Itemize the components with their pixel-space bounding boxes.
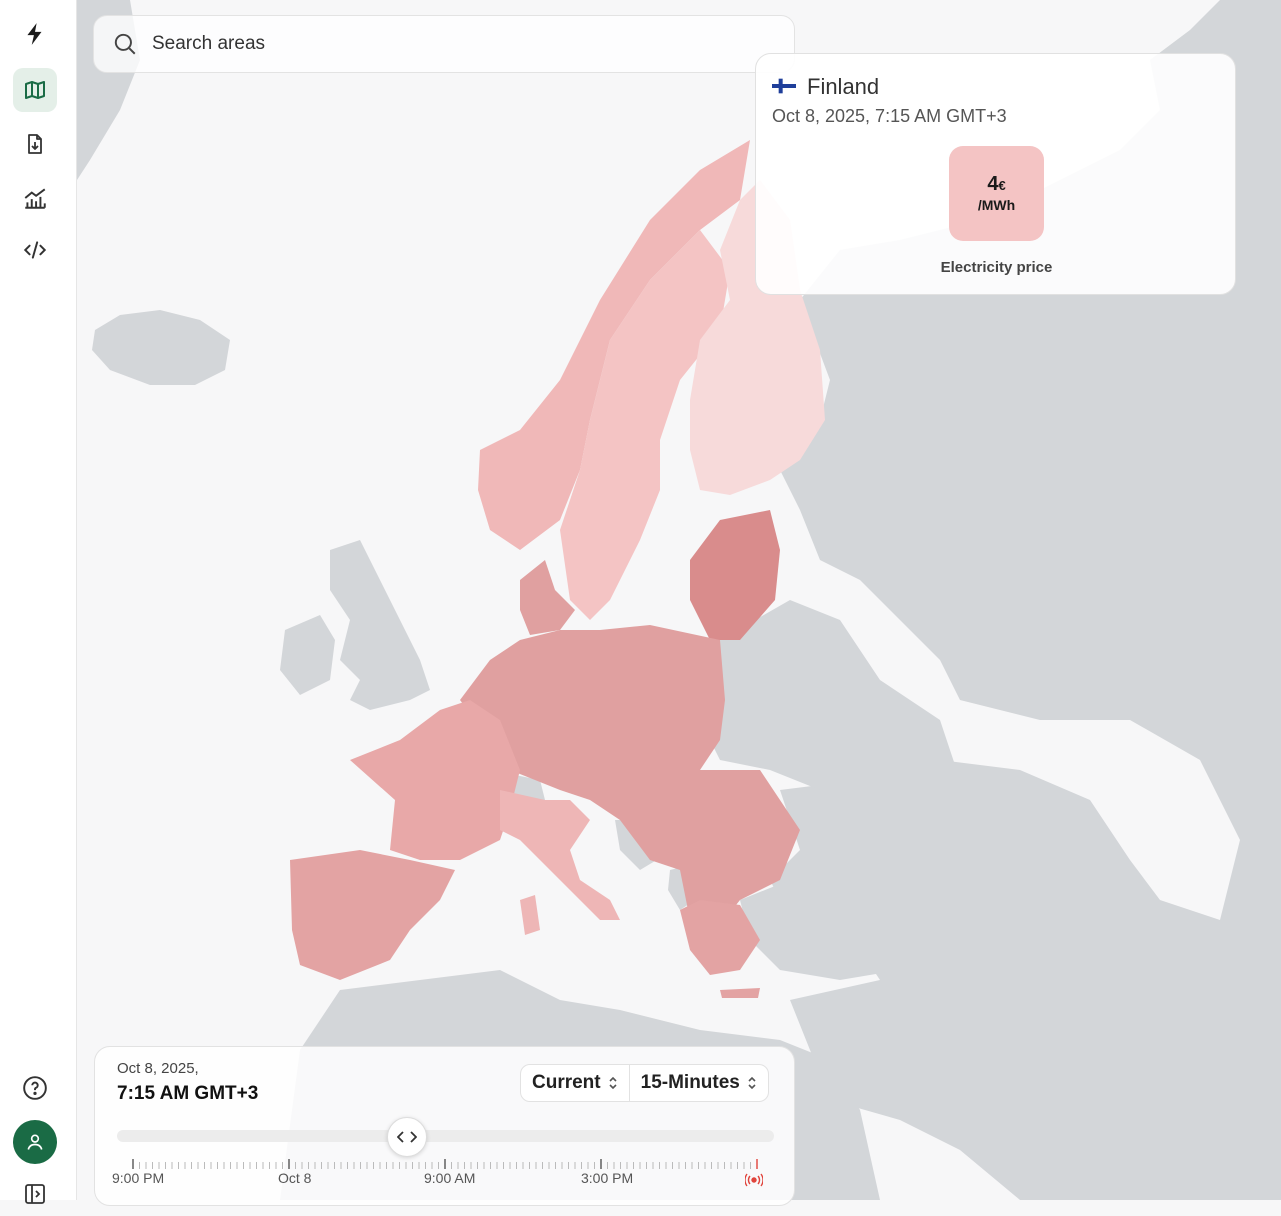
resolution-select[interactable]: 15-Minutes	[628, 1065, 768, 1101]
area-info-card: Finland Oct 8, 2025, 7:15 AM GMT+3 4€ /M…	[755, 53, 1236, 295]
timeline-track[interactable]	[117, 1130, 774, 1142]
code-icon	[23, 241, 47, 259]
drag-arrows-icon	[397, 1131, 417, 1143]
price-value: 4	[987, 173, 999, 195]
sidebar	[0, 0, 77, 1204]
tick-label: Oct 8	[278, 1170, 312, 1186]
price-currency: €	[998, 178, 1006, 193]
help-icon	[23, 1076, 47, 1100]
mode-label: Current	[532, 1072, 601, 1093]
map-icon	[25, 81, 45, 99]
file-download-icon	[28, 134, 42, 154]
chevron-updown-icon	[748, 1076, 756, 1090]
timeline-date: Oct 8, 2025,	[117, 1060, 199, 1077]
country-name: Finland	[807, 74, 880, 99]
help-button[interactable]	[13, 1066, 57, 1110]
nav-api-button[interactable]	[13, 228, 57, 272]
price-label: Electricity price	[940, 259, 1053, 276]
chevron-updown-icon	[609, 1076, 617, 1090]
finland-flag-icon	[772, 78, 796, 94]
search-icon	[114, 33, 136, 55]
timeline-panel: Oct 8, 2025, 7:15 AM GMT+3 Current 15-Mi…	[94, 1046, 795, 1206]
search-input[interactable]	[150, 32, 754, 56]
sidebar-toggle-icon	[25, 1184, 45, 1204]
resolution-label: 15-Minutes	[640, 1072, 740, 1093]
search-bar[interactable]	[93, 15, 795, 73]
card-datetime: Oct 8, 2025, 7:15 AM GMT+3	[772, 106, 1007, 126]
timeline-controls: Current 15-Minutes	[520, 1064, 769, 1102]
app-logo-icon[interactable]	[13, 12, 57, 56]
price-unit: /MWh	[977, 197, 1016, 213]
nav-download-button[interactable]	[13, 122, 57, 166]
nav-map-button[interactable]	[13, 68, 57, 112]
tick-label: 3:00 PM	[581, 1170, 634, 1186]
timeline-time: 7:15 AM GMT+3	[117, 1083, 259, 1104]
timeline-handle[interactable]	[387, 1117, 427, 1157]
live-broadcast-icon[interactable]	[745, 1173, 763, 1187]
sidebar-toggle-button[interactable]	[13, 1172, 57, 1216]
mode-select[interactable]: Current	[521, 1065, 629, 1101]
chart-icon	[24, 188, 46, 209]
nav-analytics-button[interactable]	[13, 176, 57, 220]
user-avatar[interactable]	[13, 1120, 57, 1164]
price-badge: 4€ /MWh	[949, 146, 1044, 241]
user-icon	[27, 1134, 43, 1150]
tick-label: 9:00 PM	[112, 1170, 165, 1186]
tick-label: 9:00 AM	[424, 1170, 476, 1186]
